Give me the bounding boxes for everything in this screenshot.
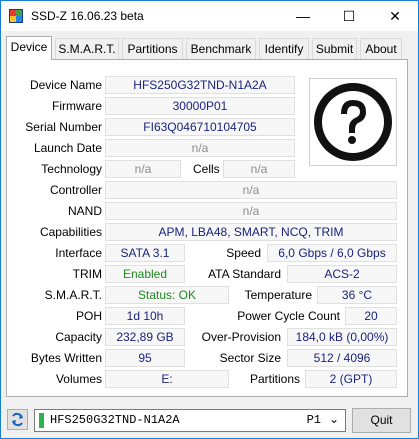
technology-field: n/a <box>105 160 181 178</box>
power-cycle-field: 20 <box>345 307 397 325</box>
serial-number-field: FI63Q046710104705 <box>105 118 295 136</box>
drive-select-value: HFS250G32TND-N1A2A <box>50 413 180 427</box>
capabilities-field: APM, LBA48, SMART, NCQ, TRIM <box>105 223 397 241</box>
trim-label: TRIM <box>72 267 102 281</box>
capacity-label: Capacity <box>55 330 102 344</box>
drive-status-indicator <box>39 413 44 428</box>
nand-label: NAND <box>67 204 102 218</box>
app-window: SSD-Z 16.06.23 beta — ☐ ✕ Device S.M.A.R… <box>0 0 419 439</box>
cells-field: n/a <box>223 160 295 178</box>
sector-size-label: Sector Size <box>219 351 281 365</box>
speed-label: Speed <box>226 246 261 260</box>
minimize-button[interactable]: — <box>280 1 326 31</box>
controller-label: Controller <box>49 183 102 197</box>
device-name-field: HFS250G32TND-N1A2A <box>105 76 295 94</box>
unknown-device-image <box>309 78 397 166</box>
trim-field: Enabled <box>105 265 185 283</box>
sector-size-field: 512 / 4096 <box>287 349 397 367</box>
capabilities-label: Capabilities <box>39 225 102 239</box>
ata-standard-label: ATA Standard <box>208 267 281 281</box>
device-name-label: Device Name <box>29 78 102 92</box>
poh-label: POH <box>75 309 102 323</box>
interface-label: Interface <box>55 246 102 260</box>
refresh-icon <box>12 412 23 427</box>
tab-device[interactable]: Device <box>6 36 52 60</box>
over-provision-label: Over-Provision <box>201 330 281 344</box>
nand-field: n/a <box>105 202 397 220</box>
controller-field: n/a <box>105 181 397 199</box>
smart-status-field: Status: OK <box>105 286 229 304</box>
window-title: SSD-Z 16.06.23 beta <box>31 9 144 23</box>
ata-standard-field: ACS-2 <box>287 265 397 283</box>
technology-label: Technology <box>41 162 102 176</box>
tab-partitions[interactable]: Partitions <box>122 38 183 59</box>
capacity-field: 232,89 GB <box>105 328 185 346</box>
speed-field: 6,0 Gbps / 6,0 Gbps <box>267 244 397 262</box>
interface-field: SATA 3.1 <box>105 244 185 262</box>
power-cycle-label: Power Cycle Count <box>237 309 340 323</box>
bytes-written-label: Bytes Written <box>30 351 102 365</box>
smart-label: S.M.A.R.T. <box>44 288 102 302</box>
cells-label: Cells <box>193 162 220 176</box>
chevron-down-icon: ⌄ <box>328 412 339 426</box>
poh-field: 1d 10h <box>105 307 185 325</box>
tab-about[interactable]: About <box>360 38 402 59</box>
drive-select[interactable]: HFS250G32TND-N1A2A P1 ⌄ <box>34 409 346 432</box>
app-icon <box>9 9 23 23</box>
partitions-field: 2 (GPT) <box>305 370 397 388</box>
volumes-label: Volumes <box>55 372 102 386</box>
firmware-label: Firmware <box>52 99 102 113</box>
bytes-written-field: 95 <box>105 349 185 367</box>
over-provision-field: 184,0 kB (0,00%) <box>287 328 397 346</box>
temperature-field: 36 °C <box>317 286 397 304</box>
refresh-button[interactable] <box>7 409 28 430</box>
device-panel: Device Name HFS250G32TND-N1A2A Firmware … <box>6 59 408 397</box>
tab-smart[interactable]: S.M.A.R.T. <box>55 38 119 59</box>
firmware-field: 30000P01 <box>105 97 295 115</box>
launch-date-label: Launch Date <box>33 141 102 155</box>
tab-identify[interactable]: Identify <box>259 38 309 59</box>
close-button[interactable]: ✕ <box>372 1 418 31</box>
maximize-button[interactable]: ☐ <box>326 1 372 31</box>
volumes-field: E: <box>105 370 229 388</box>
tab-submit[interactable]: Submit <box>312 38 357 59</box>
serial-number-label: Serial Number <box>25 120 102 134</box>
question-mark-icon <box>314 83 392 161</box>
tab-benchmark[interactable]: Benchmark <box>186 38 256 59</box>
temperature-label: Temperature <box>244 288 312 302</box>
partitions-label: Partitions <box>249 372 300 386</box>
launch-date-field: n/a <box>105 139 295 157</box>
title-bar: SSD-Z 16.06.23 beta — ☐ ✕ <box>1 1 418 31</box>
drive-port-label: P1 <box>306 413 321 427</box>
quit-button[interactable]: Quit <box>352 408 411 433</box>
